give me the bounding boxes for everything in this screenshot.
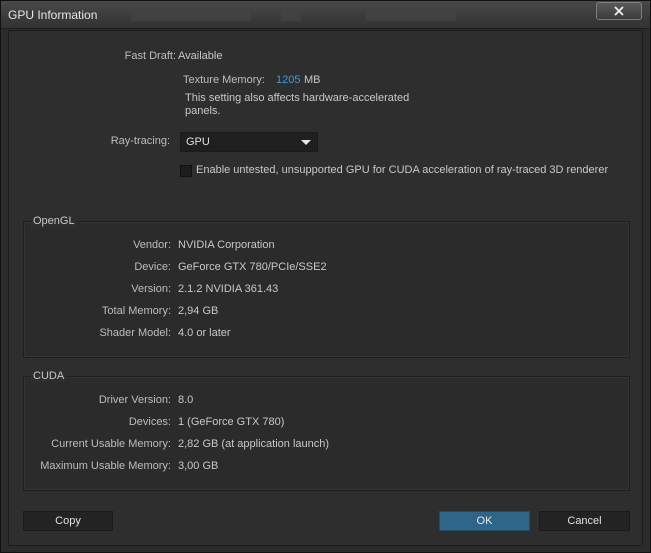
background-window-ghost <box>281 11 301 21</box>
opengl-total-memory-value: 2,94 GB <box>178 305 219 317</box>
enable-untested-gpu-checkbox[interactable] <box>180 165 192 177</box>
setting-note-line2: panels. <box>185 105 221 117</box>
texture-memory-unit: MB <box>304 74 321 86</box>
texture-memory-value[interactable]: 1205 <box>276 74 300 86</box>
chevron-down-icon <box>301 140 311 145</box>
cuda-devices-label: Devices: <box>128 416 171 428</box>
cuda-maximum-usable-memory-label: Maximum Usable Memory: <box>40 460 171 472</box>
window-title: GPU Information <box>8 8 98 22</box>
ok-button[interactable]: OK <box>439 511 530 531</box>
cuda-maximum-usable-memory-value: 3,00 GB <box>178 460 219 472</box>
opengl-shader-model-label: Shader Model: <box>99 327 171 339</box>
cuda-devices-value: 1 (GeForce GTX 780) <box>178 416 285 428</box>
cuda-current-usable-memory-value: 2,82 GB (at application launch) <box>178 438 330 450</box>
texture-memory-label: Texture Memory: <box>183 74 265 86</box>
opengl-version-value: 2.1.2 NVIDIA 361.43 <box>178 283 279 295</box>
raytracing-label: Ray-tracing: <box>110 135 170 147</box>
setting-note-line1: This setting also affects hardware-accel… <box>185 92 410 104</box>
fast-draft-label: Fast Draft: <box>124 50 176 62</box>
close-icon <box>614 6 624 16</box>
gpu-information-dialog: GPU Information Fast Draft: Available Te… <box>0 0 651 553</box>
cuda-group-title: CUDA <box>31 370 67 382</box>
background-window-ghost <box>366 11 456 21</box>
raytracing-dropdown[interactable]: GPU <box>180 132 318 152</box>
opengl-device-value: GeForce GTX 780/PCIe/SSE2 <box>178 261 327 273</box>
background-window-ghost <box>131 11 251 21</box>
close-button[interactable] <box>596 2 642 20</box>
cuda-current-usable-memory-label: Current Usable Memory: <box>51 438 171 450</box>
opengl-device-label: Device: <box>134 261 171 273</box>
opengl-total-memory-label: Total Memory: <box>101 305 171 317</box>
cuda-driver-version-value: 8.0 <box>178 394 194 406</box>
dialog-body: Fast Draft: Available Texture Memory: 12… <box>8 30 643 546</box>
opengl-group-title: OpenGL <box>31 215 77 227</box>
fast-draft-value: Available <box>178 50 223 62</box>
opengl-version-label: Version: <box>131 283 171 295</box>
opengl-vendor-label: Vendor: <box>133 239 171 251</box>
opengl-shader-model-value: 4.0 or later <box>178 327 231 339</box>
raytracing-selected-value: GPU <box>186 136 210 148</box>
opengl-vendor-value: NVIDIA Corporation <box>178 239 275 251</box>
cancel-button[interactable]: Cancel <box>539 511 630 531</box>
enable-untested-gpu-label[interactable]: Enable untested, unsupported GPU for CUD… <box>196 164 608 176</box>
title-bar[interactable]: GPU Information <box>1 1 650 29</box>
copy-button[interactable]: Copy <box>23 511 113 531</box>
cuda-driver-version-label: Driver Version: <box>98 394 171 406</box>
